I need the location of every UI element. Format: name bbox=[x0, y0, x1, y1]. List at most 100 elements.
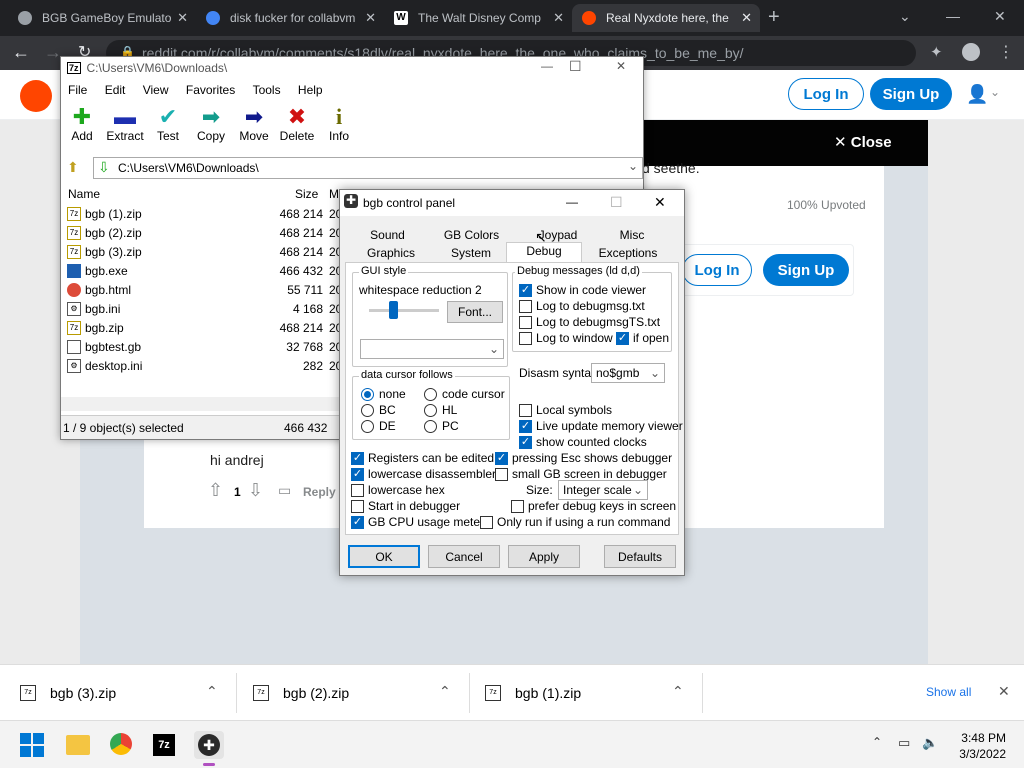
ok-button[interactable]: OK bbox=[348, 545, 420, 568]
folder-up-icon[interactable]: ⬆ bbox=[67, 159, 79, 176]
reply-button[interactable]: Reply bbox=[303, 485, 336, 499]
user-menu-icon[interactable]: 👤 bbox=[966, 84, 988, 105]
font-button[interactable]: Font... bbox=[447, 301, 503, 323]
chevron-down-icon[interactable]: ⌄ bbox=[899, 8, 911, 25]
more-menu-icon[interactable]: ⋮ bbox=[998, 42, 1014, 62]
chevron-down-icon[interactable]: ⌄ bbox=[990, 85, 1000, 99]
check-only-run-if-run-command[interactable]: Only run if using a run command bbox=[480, 515, 670, 529]
minimize-icon[interactable]: — bbox=[946, 8, 960, 24]
defaults-button[interactable]: Defaults bbox=[604, 545, 676, 568]
chevron-up-icon[interactable]: ⌃ bbox=[206, 683, 218, 700]
clock-date[interactable]: 3/3/2022 bbox=[952, 747, 1006, 761]
show-all-button[interactable]: Show all bbox=[926, 685, 971, 699]
menu-tools[interactable]: Tools bbox=[246, 83, 288, 97]
check-registers-editable[interactable]: ✓ Registers can be edited bbox=[351, 451, 494, 465]
7zip-icon[interactable]: 7z bbox=[153, 734, 175, 756]
check-show-counted-clocks[interactable]: ✓ show counted clocks bbox=[519, 435, 647, 449]
chevron-up-icon[interactable]: ⌃ bbox=[439, 683, 451, 700]
check-local-symbols[interactable]: Local symbols bbox=[519, 403, 612, 417]
check-prefer-debug-keys[interactable]: prefer debug keys in screen bbox=[511, 499, 676, 513]
tab-system[interactable]: System bbox=[436, 245, 506, 262]
tab-sound[interactable]: Sound bbox=[346, 227, 429, 244]
check-log-debugmsg[interactable]: Log to debugmsg.txt bbox=[519, 299, 645, 313]
size-select[interactable]: Integer scale ⌄ bbox=[558, 480, 648, 500]
chrome-icon[interactable] bbox=[110, 733, 132, 755]
check-start-in-debugger[interactable]: Start in debugger bbox=[351, 499, 460, 513]
chevron-down-icon[interactable]: ⌄ bbox=[628, 159, 638, 173]
zip-address-bar[interactable]: ⇩ C:\Users\VM6\Downloads\ ⌄ bbox=[93, 157, 643, 179]
check-show-in-code-viewer[interactable]: ✓ Show in code viewer bbox=[519, 283, 646, 297]
browser-tab-2[interactable]: disk fucker for collabvm ✕ bbox=[196, 4, 384, 32]
close-icon[interactable]: ✕ bbox=[998, 683, 1010, 700]
menu-help[interactable]: Help bbox=[291, 83, 330, 97]
browser-tab-4[interactable]: Real Nyxdote here, the ✕ bbox=[572, 4, 760, 32]
check-lowercase-disassembler[interactable]: ✓ lowercase disassembler bbox=[351, 467, 496, 481]
whitespace-slider-thumb[interactable] bbox=[389, 301, 398, 319]
login-button[interactable]: Log In bbox=[788, 78, 864, 110]
radio-none[interactable]: none bbox=[361, 387, 406, 401]
download-item[interactable]: 7z bgb (3).zip bbox=[20, 685, 116, 701]
tab-close-icon[interactable]: ✕ bbox=[553, 10, 564, 26]
download-item[interactable]: 7z bgb (1).zip bbox=[485, 685, 581, 701]
column-modified[interactable]: M bbox=[329, 187, 339, 201]
profile-icon[interactable] bbox=[962, 43, 980, 61]
back-icon[interactable]: ← bbox=[12, 42, 30, 63]
chevron-up-icon[interactable]: ⌃ bbox=[872, 735, 882, 749]
window-close-icon[interactable]: ✕ bbox=[994, 8, 1006, 25]
clock-time[interactable]: 3:48 PM bbox=[956, 731, 1006, 745]
volume-icon[interactable]: 🔈 bbox=[922, 735, 938, 751]
check-live-update-memory[interactable]: ✓ Live update memory viewer bbox=[519, 419, 683, 433]
cancel-button[interactable]: Cancel bbox=[428, 545, 500, 568]
tab-close-icon[interactable]: ✕ bbox=[177, 10, 188, 26]
login-button-2[interactable]: Log In bbox=[682, 254, 752, 286]
download-item[interactable]: 7z bgb (2).zip bbox=[253, 685, 349, 701]
upvote-icon[interactable]: ⇧ bbox=[208, 480, 223, 501]
browser-tab-3[interactable]: W The Walt Disney Comp ✕ bbox=[384, 4, 572, 32]
file-explorer-icon[interactable] bbox=[66, 735, 90, 755]
column-size[interactable]: Size bbox=[295, 187, 318, 201]
signup-button[interactable]: Sign Up bbox=[870, 78, 952, 110]
network-icon[interactable]: ▭ bbox=[898, 735, 910, 751]
tab-graphics[interactable]: Graphics bbox=[346, 245, 436, 262]
radio-pc[interactable]: PC bbox=[424, 419, 459, 433]
maximize-icon[interactable]: ☐ bbox=[569, 58, 582, 75]
menu-view[interactable]: View bbox=[136, 83, 176, 97]
check-if-open[interactable]: ✓ if open bbox=[616, 331, 669, 345]
browser-tab-1[interactable]: BGB GameBoy Emulato ✕ bbox=[8, 4, 196, 32]
tab-close-icon[interactable]: ✕ bbox=[365, 10, 376, 26]
whitespace-slider-track[interactable] bbox=[369, 309, 439, 312]
radio-bc[interactable]: BC bbox=[361, 403, 396, 417]
gui-style-dropdown[interactable]: ⌄ bbox=[360, 339, 504, 359]
check-lowercase-hex[interactable]: lowercase hex bbox=[351, 483, 445, 497]
windows-start-icon[interactable] bbox=[20, 733, 44, 757]
signup-button-2[interactable]: Sign Up bbox=[763, 254, 849, 286]
menu-favorites[interactable]: Favorites bbox=[179, 83, 242, 97]
check-cpu-usage-meter[interactable]: ✓ GB CPU usage meter bbox=[351, 515, 484, 529]
disasm-syntax-select[interactable]: no$gmb ⌄ bbox=[591, 363, 665, 383]
tab-misc[interactable]: Misc bbox=[602, 227, 662, 244]
reply-icon[interactable]: ▭ bbox=[278, 482, 291, 499]
extensions-icon[interactable]: ✦ bbox=[930, 43, 943, 61]
tab-exceptions[interactable]: Exceptions bbox=[582, 245, 674, 262]
downvote-icon[interactable]: ⇩ bbox=[248, 480, 263, 501]
tab-gb-colors[interactable]: GB Colors bbox=[429, 227, 514, 244]
radio-code-cursor[interactable]: code cursor bbox=[424, 387, 505, 401]
radio-hl[interactable]: HL bbox=[424, 403, 457, 417]
check-small-gb-screen[interactable]: small GB screen in debugger bbox=[495, 467, 667, 481]
minimize-icon[interactable]: — bbox=[541, 59, 553, 73]
menu-edit[interactable]: Edit bbox=[98, 83, 133, 97]
check-esc-shows-debugger[interactable]: ✓ pressing Esc shows debugger bbox=[495, 451, 672, 465]
apply-button[interactable]: Apply bbox=[508, 545, 580, 568]
reddit-logo-icon[interactable] bbox=[20, 80, 52, 112]
check-log-to-window[interactable]: Log to window bbox=[519, 331, 613, 345]
menu-file[interactable]: File bbox=[61, 83, 94, 97]
column-name[interactable]: Name bbox=[68, 187, 100, 201]
new-tab-icon[interactable]: + bbox=[768, 6, 780, 29]
minimize-icon[interactable]: — bbox=[566, 195, 578, 209]
close-icon[interactable]: ✕ bbox=[654, 194, 666, 211]
chevron-up-icon[interactable]: ⌃ bbox=[672, 683, 684, 700]
info-button[interactable]: i Info bbox=[314, 105, 364, 144]
check-log-debugmsgts[interactable]: Log to debugmsgTS.txt bbox=[519, 315, 660, 329]
radio-de[interactable]: DE bbox=[361, 419, 396, 433]
close-post-button[interactable]: ✕ Close bbox=[834, 133, 892, 151]
